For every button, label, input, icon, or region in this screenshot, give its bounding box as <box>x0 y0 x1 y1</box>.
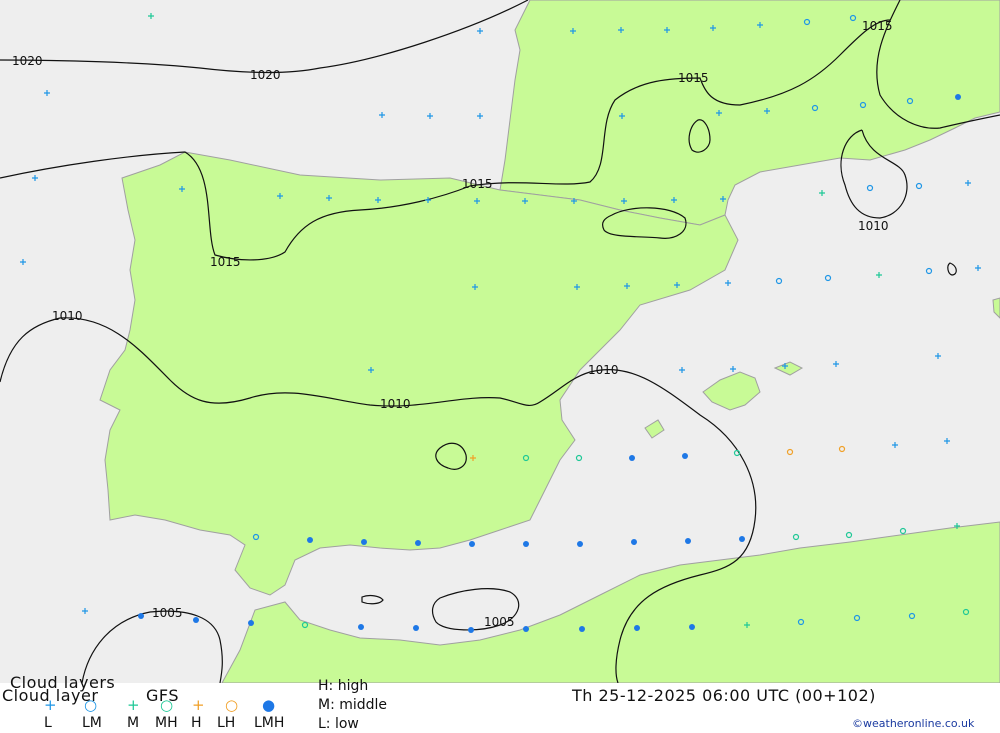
legend-bar: Cloud layers Cloud layer GFS + ○ + ○ + ○… <box>0 673 1000 733</box>
legend-symbol-lm: ○ <box>84 696 98 714</box>
legend-symbol-h: + <box>192 696 205 714</box>
isobar-label: 1005 <box>484 615 515 629</box>
legend-symbol-lh: ○ <box>225 696 239 714</box>
isobar-label: 1020 <box>12 54 43 68</box>
lmh-cloud-marker <box>415 540 421 546</box>
lmh-cloud-marker <box>577 541 583 547</box>
legend-high-text: H: high <box>318 678 369 694</box>
lmh-cloud-marker <box>138 613 144 619</box>
legend-code-m: M <box>127 715 140 731</box>
lmh-cloud-marker <box>685 538 691 544</box>
lmh-cloud-marker <box>413 625 419 631</box>
legend-code-mh: MH <box>155 715 178 731</box>
credit-link[interactable]: ©weatheronline.co.uk <box>852 717 974 730</box>
weather-map: 1020 1020 1015 1015 1015 1015 1010 1010 … <box>0 0 1000 683</box>
lmh-cloud-marker <box>358 624 364 630</box>
lmh-cloud-marker <box>523 541 529 547</box>
lmh-cloud-marker <box>955 94 961 100</box>
isobar-label: 1010 <box>52 309 83 323</box>
isobar-label: 1015 <box>210 255 241 269</box>
isobar-label: 1015 <box>678 71 709 85</box>
legend-code-lm: LM <box>82 715 102 731</box>
isobar-label: 1010 <box>380 397 411 411</box>
lmh-cloud-marker <box>629 455 635 461</box>
isobar-label: 1005 <box>152 606 183 620</box>
lmh-cloud-marker <box>682 453 688 459</box>
lmh-cloud-marker <box>469 541 475 547</box>
lmh-cloud-marker <box>634 625 640 631</box>
lmh-cloud-marker <box>689 624 695 630</box>
forecast-datetime: Th 25-12-2025 06:00 UTC (00+102) <box>572 686 876 705</box>
legend-symbol-l: + <box>44 696 57 714</box>
isobar-label: 1020 <box>250 68 281 82</box>
legend-symbol-m: + <box>127 696 140 714</box>
legend-code-l: L <box>44 715 52 731</box>
legend-low-text: L: low <box>318 716 359 732</box>
lmh-cloud-marker <box>193 617 199 623</box>
legend-code-lmh: LMH <box>254 715 285 731</box>
legend-symbol-lmh: ● <box>262 696 276 714</box>
lmh-cloud-marker <box>248 620 254 626</box>
lmh-cloud-marker <box>739 536 745 542</box>
lmh-cloud-marker <box>307 537 313 543</box>
isobar-label: 1010 <box>588 363 619 377</box>
lmh-cloud-marker <box>631 539 637 545</box>
lmh-cloud-marker <box>468 627 474 633</box>
isobar-label: 1015 <box>862 19 893 33</box>
legend-code-lh: LH <box>217 715 236 731</box>
legend-symbol-mh: ○ <box>160 696 174 714</box>
lmh-cloud-marker <box>579 626 585 632</box>
isobar-label: 1010 <box>858 219 889 233</box>
lmh-cloud-marker <box>361 539 367 545</box>
legend-middle-text: M: middle <box>318 697 388 713</box>
lmh-cloud-marker <box>523 626 529 632</box>
legend-code-h: H <box>191 715 202 731</box>
isobar-label: 1015 <box>462 177 493 191</box>
